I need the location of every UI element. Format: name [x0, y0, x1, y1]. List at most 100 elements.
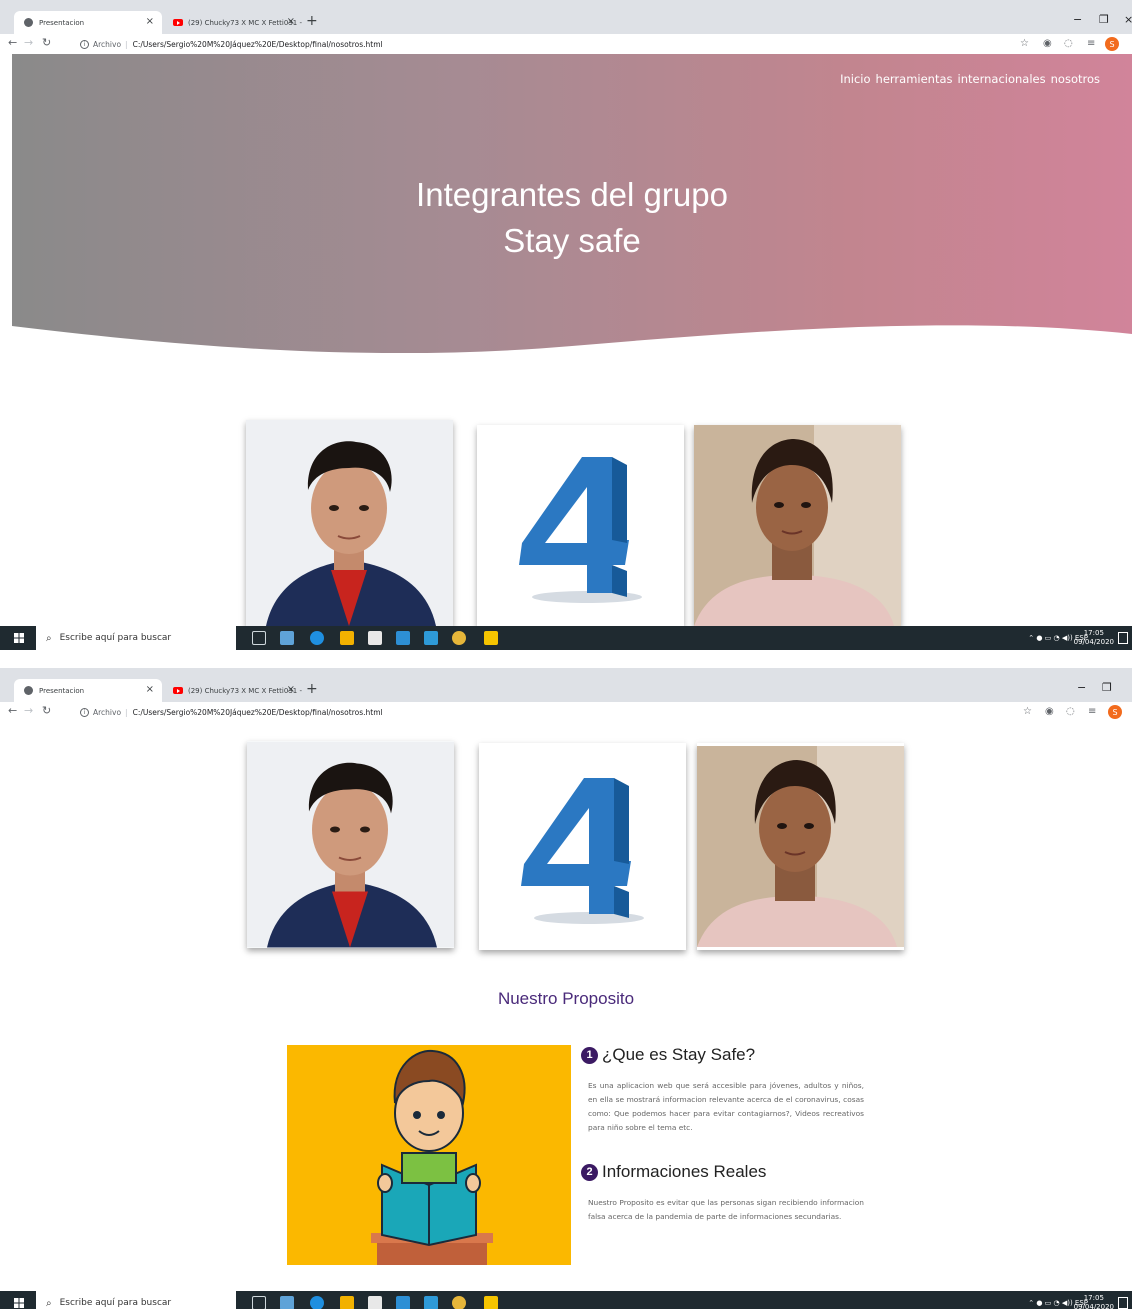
clock-date: 09/04/2020 — [1073, 638, 1114, 646]
info-icon[interactable]: i — [80, 39, 89, 49]
tab-youtube[interactable]: (29) Chucky73 X MC X Fetti031 - × — [163, 11, 303, 34]
extension-icon[interactable]: ◉ — [1043, 38, 1052, 49]
reload-icon[interactable]: ↻ — [42, 704, 51, 717]
info-heading-2: 2 Informaciones Reales — [581, 1162, 766, 1182]
url-scheme-label: Archivo — [93, 707, 122, 717]
address-bar[interactable]: i Archivo | C:/Users/Sergio%20M%20Jáquez… — [80, 36, 1015, 52]
notification-icon[interactable] — [1118, 632, 1128, 644]
minimize-icon[interactable]: − — [1077, 681, 1086, 694]
extension-icon[interactable]: ◌ — [1066, 706, 1075, 717]
restore-icon[interactable]: ❐ — [1102, 681, 1112, 694]
browser-toolbar: ← → ↻ i Archivo | C:/Users/Sergio%20M%20… — [0, 34, 1132, 54]
file-explorer-icon[interactable] — [340, 631, 354, 645]
tab-presentacion[interactable]: Presentacion × — [14, 679, 162, 702]
task-view-icon[interactable] — [252, 1296, 266, 1309]
clock-time: 17:05 — [1083, 629, 1104, 637]
youtube-icon — [173, 19, 183, 26]
clock[interactable]: 17:05 09/04/2020 — [1074, 629, 1114, 647]
media-icon[interactable]: ≡ — [1087, 38, 1095, 49]
hero-title-line-2: Stay safe — [503, 222, 641, 259]
info-heading-text: ¿Que es Stay Safe? — [602, 1045, 756, 1064]
taskbar-search[interactable]: ⌕ Escribe aquí para buscar — [36, 1291, 236, 1309]
back-icon[interactable]: ← — [8, 704, 17, 717]
snipping-tool-icon[interactable] — [280, 631, 294, 645]
close-tab-icon[interactable]: × — [287, 684, 295, 695]
nav-item-inicio[interactable]: Inicio — [840, 72, 870, 86]
tab-presentacion[interactable]: Presentacion × — [14, 11, 162, 34]
number-badge-icon: 2 — [581, 1163, 598, 1181]
tab-label: Presentacion — [39, 686, 85, 695]
url-text: C:/Users/Sergio%20M%20Jáquez%20E/Desktop… — [132, 707, 383, 717]
main-nav: Inicio herramientas internacionales noso… — [840, 72, 1100, 86]
extension-icon[interactable]: ◉ — [1045, 706, 1054, 717]
media-icon[interactable]: ≡ — [1088, 706, 1096, 717]
notification-icon[interactable] — [1118, 1297, 1128, 1309]
nav-item-herramientas[interactable]: herramientas — [876, 72, 953, 86]
chrome-icon[interactable] — [452, 1296, 466, 1309]
profile-avatar[interactable]: S — [1105, 37, 1119, 51]
new-tab-icon[interactable]: + — [306, 13, 318, 29]
man-portrait-icon — [247, 741, 454, 948]
mail-icon[interactable] — [396, 631, 410, 645]
bookmark-star-icon[interactable]: ☆ — [1023, 706, 1032, 717]
tab-label: Presentacion — [39, 18, 85, 27]
wave-divider — [12, 325, 1132, 364]
woman-portrait-icon — [697, 746, 904, 947]
man-portrait-icon — [246, 420, 453, 626]
close-tab-icon[interactable]: × — [146, 16, 154, 27]
info-icon[interactable]: i — [80, 707, 89, 717]
close-tab-icon[interactable]: × — [146, 684, 154, 695]
taskbar-search[interactable]: ⌕ Escribe aquí para buscar — [36, 626, 236, 650]
tab-youtube[interactable]: (29) Chucky73 X MC X Fetti031 - × — [163, 679, 303, 702]
task-view-icon[interactable] — [252, 631, 266, 645]
info-paragraph-2: Nuestro Proposito es evitar que las pers… — [588, 1198, 864, 1221]
clock[interactable]: 17:05 09/04/2020 — [1074, 1294, 1114, 1309]
vscode-icon[interactable] — [424, 1296, 438, 1309]
close-tab-icon[interactable]: × — [287, 16, 295, 27]
screenshot-top: Presentacion × (29) Chucky73 X MC X Fett… — [0, 0, 1132, 650]
forward-icon[interactable]: → — [24, 36, 33, 49]
edge-icon[interactable] — [310, 1296, 324, 1309]
sticky-notes-icon[interactable] — [484, 631, 498, 645]
profile-avatar[interactable]: S — [1108, 705, 1122, 719]
nav-item-nosotros[interactable]: nosotros — [1051, 72, 1100, 86]
close-window-icon[interactable]: × — [1124, 13, 1132, 26]
mail-icon[interactable] — [396, 1296, 410, 1309]
chrome-icon[interactable] — [452, 631, 466, 645]
file-explorer-icon[interactable] — [340, 1296, 354, 1309]
bookmark-star-icon[interactable]: ☆ — [1020, 38, 1029, 49]
restore-icon[interactable]: ❐ — [1099, 13, 1109, 26]
browser-toolbar: ← → ↻ i Archivo | C:/Users/Sergio%20M%20… — [0, 702, 1132, 722]
store-icon[interactable] — [368, 631, 382, 645]
snipping-tool-icon[interactable] — [280, 1296, 294, 1309]
new-tab-icon[interactable]: + — [306, 681, 318, 697]
section-title: Nuestro Proposito — [497, 989, 635, 1008]
reload-icon[interactable]: ↻ — [42, 36, 51, 49]
search-icon: ⌕ — [46, 632, 52, 644]
number-4-logo-icon — [477, 425, 684, 626]
number-4-logo-icon — [479, 746, 686, 947]
info-heading-1: 1 ¿Que es Stay Safe? — [581, 1045, 755, 1065]
url-scheme-label: Archivo — [93, 39, 122, 49]
edge-icon[interactable] — [310, 631, 324, 645]
sticky-notes-icon[interactable] — [484, 1296, 498, 1309]
hero-title: Integrantes del grupo Stay safe — [12, 172, 1132, 264]
nav-item-internacionales[interactable]: internacionales — [958, 72, 1046, 86]
reading-kid-illustration — [287, 1045, 571, 1265]
member-photo-3 — [697, 743, 904, 950]
extension-icon[interactable]: ◌ — [1064, 38, 1073, 49]
store-icon[interactable] — [368, 1296, 382, 1309]
windows-start-icon[interactable] — [14, 633, 24, 643]
address-bar[interactable]: i Archivo | C:/Users/Sergio%20M%20Jáquez… — [80, 704, 1015, 720]
member-photo-2 — [479, 743, 686, 950]
hero-title-line-1: Integrantes del grupo — [416, 176, 728, 213]
windows-taskbar: ⌕ Escribe aquí para buscar ⌃ ● ▭ ◔ ◀)) ES… — [0, 1291, 1132, 1309]
url-separator: | — [125, 39, 128, 49]
tab-strip: Presentacion × (29) Chucky73 X MC X Fett… — [0, 0, 1132, 34]
minimize-icon[interactable]: − — [1073, 13, 1082, 26]
forward-icon[interactable]: → — [24, 704, 33, 717]
vscode-icon[interactable] — [424, 631, 438, 645]
windows-start-icon[interactable] — [14, 1298, 24, 1308]
search-icon: ⌕ — [46, 1297, 52, 1309]
back-icon[interactable]: ← — [8, 36, 17, 49]
